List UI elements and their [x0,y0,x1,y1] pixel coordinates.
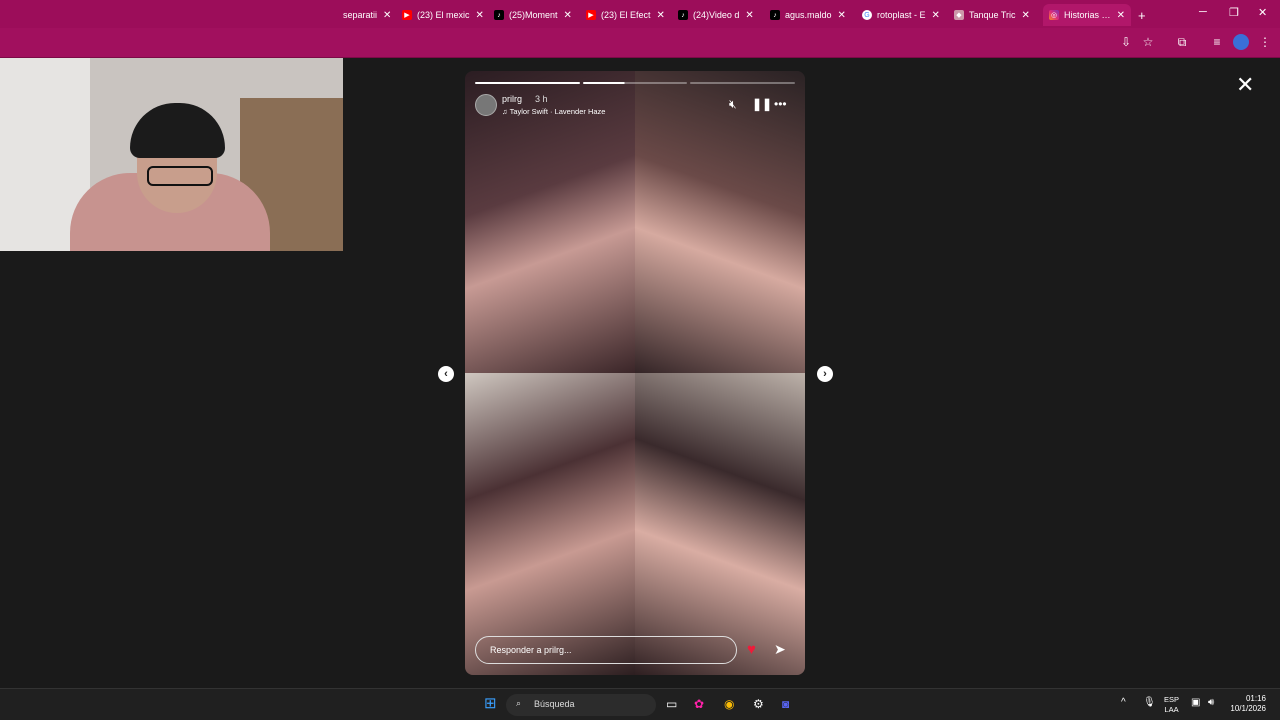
story-username[interactable]: prilrg [502,94,522,104]
tab-6[interactable]: G rotoplast - E ✕ [862,4,944,26]
close-icon[interactable]: ✕ [838,10,846,21]
story-viewer[interactable]: prilrg 3 h ♫ Taylor Swift · Lavender Haz… [465,71,805,675]
system-clock[interactable]: 01:16 10/1/2026 [1230,694,1266,714]
progress-segment-current [582,82,688,84]
chrome-icon[interactable]: ◉ [724,697,734,711]
restore-icon[interactable]: ❐ [1229,6,1239,19]
tab-label: rotoplast - E [877,10,926,20]
tab-5[interactable]: ♪ agus.maldo ✕ [770,4,852,26]
tab-label: Tanque Tric [969,10,1016,20]
more-options-icon[interactable]: ••• [774,97,787,111]
discord-icon[interactable]: ◙ [782,697,789,711]
tab-label: (24)Video d [693,10,740,20]
send-icon[interactable]: ➤ [774,641,786,658]
close-window-icon[interactable]: ✕ [1258,6,1267,19]
story-photo-2 [635,71,805,373]
song-label: Taylor Swift · Lavender Haze [509,107,606,116]
story-photo-3 [465,373,635,675]
browser-tab-bar: separatii ✕ ▶ (23) El mexic ✕ ♪ (25)Mome… [0,0,1280,28]
tab-label: agus.maldo [785,10,832,20]
windows-start-icon[interactable]: ⊞ [484,694,497,712]
story-photo-4 [635,373,805,675]
tiktok-icon: ♪ [494,10,504,20]
heart-icon[interactable]: ♥ [747,641,756,658]
google-icon: G [862,10,872,20]
story-song[interactable]: ♫ Taylor Swift · Lavender Haze [502,107,605,116]
media-control-icon[interactable]: ≡ [1209,34,1225,50]
instagram-icon: ◎ [1049,10,1059,20]
music-icon: ♫ [502,107,510,116]
browser-toolbar: ⇩ ☆ ⧉ ≡ ⋮ [0,28,1280,58]
avatar[interactable] [475,94,497,116]
tab-1[interactable]: ▶ (23) El mexic ✕ [402,4,487,26]
extensions-icon[interactable]: ⧉ [1174,34,1190,50]
youtube-icon: ▶ [402,10,412,20]
language-indicator[interactable]: ESP LAA [1164,695,1179,715]
youtube-icon: ▶ [586,10,596,20]
windows-taskbar: ⊞ ⌕ Búsqueda ▭ ✿ ◉ ⚙ ◙ ^ 🎙︎ ESP LAA ▣ 🔊︎… [0,688,1280,720]
taskbar-search[interactable]: ⌕ Búsqueda [506,694,656,716]
close-icon[interactable]: ✕ [932,10,940,21]
progress-segment-pending [690,82,796,84]
new-tab-button[interactable]: + [1138,4,1152,26]
tab-0[interactable]: separatii ✕ [343,4,395,26]
story-photo-1 [465,71,635,373]
close-icon[interactable]: ✕ [1117,10,1125,21]
tiktok-icon: ♪ [770,10,780,20]
close-icon[interactable]: ✕ [564,10,572,21]
webcam-overlay [0,58,343,251]
progress-segment-done [475,82,580,84]
volume-icon[interactable]: 🔊︎ [1208,697,1214,708]
next-story-button[interactable]: › [817,366,833,382]
microphone-icon[interactable]: 🎙︎ [1143,697,1156,708]
tray-overflow-icon[interactable]: ^ [1121,697,1126,708]
minimize-icon[interactable]: ─ [1199,6,1207,18]
profile-avatar-icon[interactable] [1233,34,1249,50]
tab-label: (23) El Efect [601,10,651,20]
tab-label: separatii [343,10,378,20]
network-icon[interactable]: ▣ [1191,697,1200,708]
tab-4[interactable]: ♪ (24)Video d ✕ [678,4,760,26]
install-app-icon[interactable]: ⇩ [1118,34,1134,50]
story-time: 3 h [535,94,548,104]
tab-7[interactable]: ◆ Tanque Tric ✕ [954,4,1036,26]
mute-icon[interactable]: 🔇︎ [729,97,737,112]
tab-label: (25)Moment [509,10,558,20]
pause-icon[interactable]: ❚❚ [752,97,772,111]
tab-8-active[interactable]: ◎ Historias • In ✕ [1043,4,1131,26]
lang-top: ESP [1164,695,1180,704]
close-icon[interactable]: ✕ [745,10,753,21]
copilot-icon[interactable]: ✿ [694,697,704,711]
search-icon: ⌕ [516,698,522,708]
tab-label: (23) El mexic [417,10,470,20]
tab-2[interactable]: ♪ (25)Moment ✕ [494,4,574,26]
close-story-icon[interactable]: ✕ [1236,72,1254,98]
store-icon: ◆ [954,10,964,20]
task-view-icon[interactable]: ▭ [666,697,677,711]
menu-dots-icon[interactable]: ⋮ [1257,34,1273,50]
tab-3[interactable]: ▶ (23) El Efect ✕ [586,4,666,26]
story-progress-bar [475,82,796,85]
search-label: Búsqueda [534,699,575,709]
clock-date: 10/1/2026 [1230,704,1266,713]
person-hair [130,103,225,158]
tab-label: Historias • In [1064,10,1111,20]
lang-bottom: LAA [1164,705,1179,714]
close-icon[interactable]: ✕ [383,10,391,21]
glasses [147,166,213,186]
previous-story-button[interactable]: ‹ [438,366,454,382]
reply-input[interactable]: Responder a prilrg... [475,636,737,664]
close-icon[interactable]: ✕ [1022,10,1030,21]
close-icon[interactable]: ✕ [476,10,484,21]
clock-time: 01:16 [1245,694,1266,703]
star-icon[interactable]: ☆ [1140,34,1156,50]
steam-icon[interactable]: ⚙ [753,697,764,711]
close-icon[interactable]: ✕ [657,10,665,21]
tiktok-icon: ♪ [678,10,688,20]
